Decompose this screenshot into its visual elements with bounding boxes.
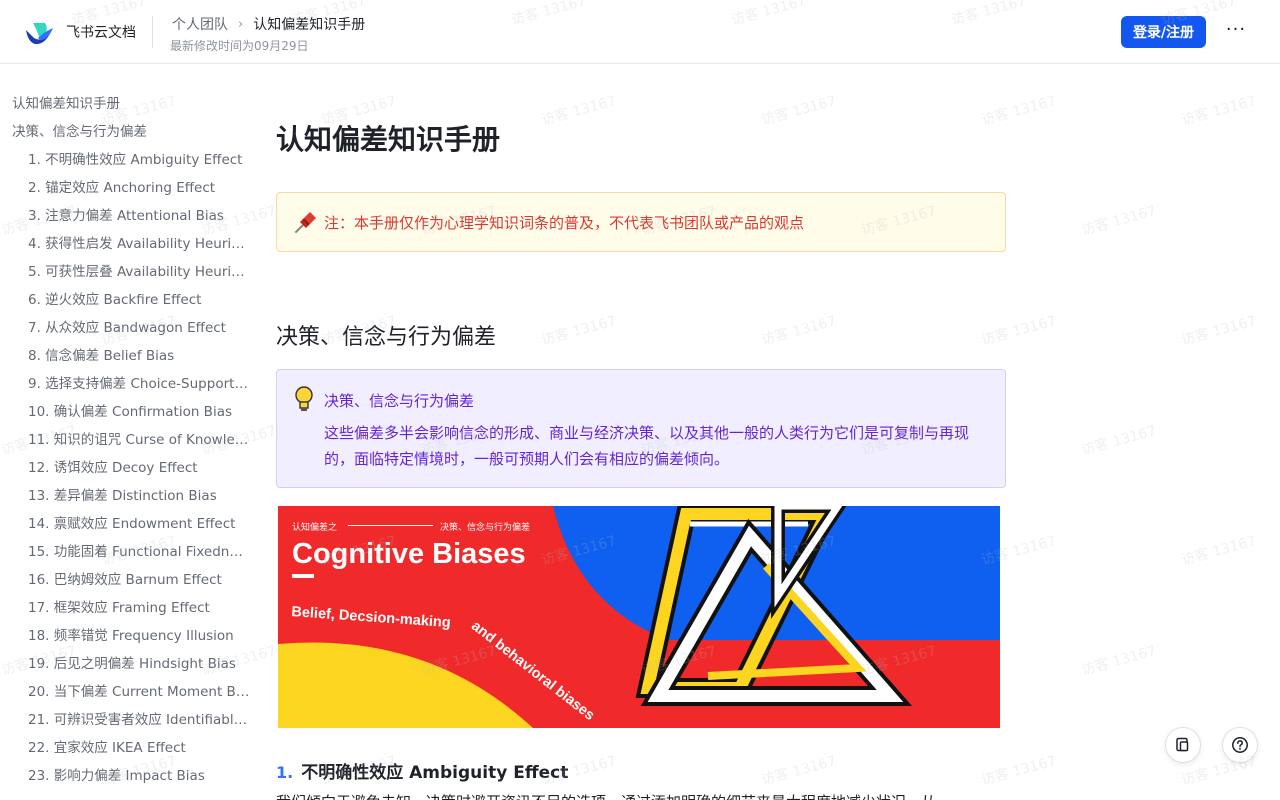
banner-divider-line (348, 525, 433, 526)
copy-icon (1176, 737, 1189, 752)
help-button[interactable] (1222, 727, 1258, 763)
info-callout: 决策、信念与行为偏差 这些偏差多半会影响信念的形成、商业与经济决策、以及其他一般… (276, 369, 1006, 488)
toc-item[interactable]: 2. 锚定效应 Anchoring Effect (0, 174, 256, 202)
watermark-text: 访客 13167 (759, 753, 839, 789)
toc-item[interactable]: 21. 可辨识受害者效应 Identifiable Victim Effect (0, 706, 256, 734)
header-divider (152, 16, 153, 48)
item-paragraph: 我们倾向于避免未知，决策时避开资讯不足的选项，通过添加明确的细节来最大程度地减少… (276, 791, 1006, 800)
toc-item[interactable]: 8. 信念偏差 Belief Bias (0, 342, 256, 370)
callout-body: 这些偏差多半会影响信念的形成、商业与经济决策、以及其他一般的人类行为它们是可复制… (324, 424, 970, 468)
callout-title: 决策、信念与行为偏差 (324, 392, 475, 410)
banner-subtitle: Belief, Decsion-making and behavioral bi… (291, 604, 598, 724)
toc-item[interactable]: 19. 后见之明偏差 Hindsight Bias (0, 650, 256, 678)
help-icon (1232, 737, 1248, 753)
watermark-text: 访客 13167 (1179, 533, 1259, 569)
watermark-text: 访客 13167 (979, 313, 1059, 349)
table-of-contents: 认知偏差知识手册 决策、信念与行为偏差 1. 不明确性效应 Ambiguity Ef… (0, 90, 256, 790)
toc-item[interactable]: 12. 诱饵效应 Decoy Effect (0, 454, 256, 482)
watermark-text: 访客 13167 (1079, 643, 1159, 679)
login-register-button[interactable]: 登录/注册 (1121, 16, 1206, 48)
watermark-text: 访客 13167 (759, 93, 839, 129)
breadcrumb-doc: 认知偏差知识手册 (253, 17, 366, 33)
toc-item[interactable]: 6. 逆火效应 Backfire Effect (0, 286, 256, 314)
toc-item[interactable]: 23. 影响力偏差 Impact Bias (0, 762, 256, 790)
toc-item[interactable]: 4. 获得性启发 Availability Heuristic (0, 230, 256, 258)
top-bar: 飞书云文档 个人团队 › 认知偏差知识手册 最新修改时间为09月29日 登录/注… (0, 0, 1280, 64)
cognitive-biases-banner: 认知偏差之 决策、信念与行为偏差 Cognitive Biases Belief… (278, 506, 1000, 728)
banner-pretitle-right: 决策、信念与行为偏差 (440, 523, 531, 533)
toc-item[interactable]: 认知偏差知识手册 (0, 90, 256, 118)
toc-item[interactable]: 5. 可获性层叠 Availability Heuristic (0, 258, 256, 286)
item-number: 1. (276, 763, 294, 782)
watermark-text: 访客 13167 (979, 753, 1059, 789)
document-title: 认知偏差知识手册 (276, 123, 501, 156)
toc-item[interactable]: 16. 巴纳姆效应 Barnum Effect (0, 566, 256, 594)
last-modified: 最新修改时间为09月29日 (170, 39, 309, 53)
section-heading: 决策、信念与行为偏差 (276, 325, 497, 350)
toc-item[interactable]: 22. 宜家效应 IKEA Effect (0, 734, 256, 762)
lightbulb-icon (295, 386, 313, 411)
banner-title-underline (292, 574, 314, 578)
toc-item[interactable]: 决策、信念与行为偏差 (0, 118, 256, 146)
item-title: 不明确性效应 Ambiguity Effect (301, 763, 569, 783)
breadcrumb: 个人团队 › 认知偏差知识手册 (172, 14, 365, 34)
toc-item[interactable]: 7. 从众效应 Bandwagon Effect (0, 314, 256, 342)
pushpin-icon (295, 212, 316, 233)
toc-item[interactable]: 18. 频率错觉 Frequency Illusion (0, 622, 256, 650)
toc-item[interactable]: 20. 当下偏差 Current Moment Bias (0, 678, 256, 706)
feishu-docs-logo[interactable] (24, 18, 54, 46)
watermark-text: 访客 13167 (539, 93, 619, 129)
watermark-text: 访客 13167 (759, 313, 839, 349)
toc-item[interactable]: 1. 不明确性效应 Ambiguity Effect (0, 146, 256, 174)
toc-item[interactable]: 3. 注意力偏差 Attentional Bias (0, 202, 256, 230)
more-options-icon[interactable]: ··· (1222, 18, 1250, 46)
toc-item[interactable]: 13. 差异偏差 Distinction Bias (0, 482, 256, 510)
watermark-text: 访客 13167 (1179, 93, 1259, 129)
watermark-text: 访客 13167 (1079, 423, 1159, 459)
toc-item[interactable]: 11. 知识的诅咒 Curse of Knowledge (0, 426, 256, 454)
banner-title: Cognitive Biases (292, 538, 526, 570)
copy-doc-button[interactable] (1165, 727, 1201, 763)
note-text: 注：本手册仅作为心理学知识词条的普及，不代表飞书团队或产品的观点 (324, 214, 805, 232)
breadcrumb-team[interactable]: 个人团队 (172, 14, 228, 34)
watermark-text: 访客 13167 (979, 93, 1059, 129)
banner-pretitle-left: 认知偏差之 (292, 523, 338, 533)
watermark-text: 访客 13167 (1179, 313, 1259, 349)
item-heading: 1. 不明确性效应 Ambiguity Effect (276, 758, 568, 783)
toc-item[interactable]: 9. 选择支持偏差 Choice-Supportive Bias (0, 370, 256, 398)
toc-item[interactable]: 17. 框架效应 Framing Effect (0, 594, 256, 622)
watermark-text: 访客 13167 (539, 313, 619, 349)
app-name[interactable]: 飞书云文档 (66, 22, 136, 42)
toc-item[interactable]: 14. 禀赋效应 Endowment Effect (0, 510, 256, 538)
chevron-right-icon: › (238, 16, 244, 32)
toc-item[interactable]: 10. 确认偏差 Confirmation Bias (0, 398, 256, 426)
toc-item[interactable]: 15. 功能固着 Functional Fixedness (0, 538, 256, 566)
note-callout: 注：本手册仅作为心理学知识词条的普及，不代表飞书团队或产品的观点 (276, 192, 1006, 252)
watermark-text: 访客 13167 (1079, 203, 1159, 239)
